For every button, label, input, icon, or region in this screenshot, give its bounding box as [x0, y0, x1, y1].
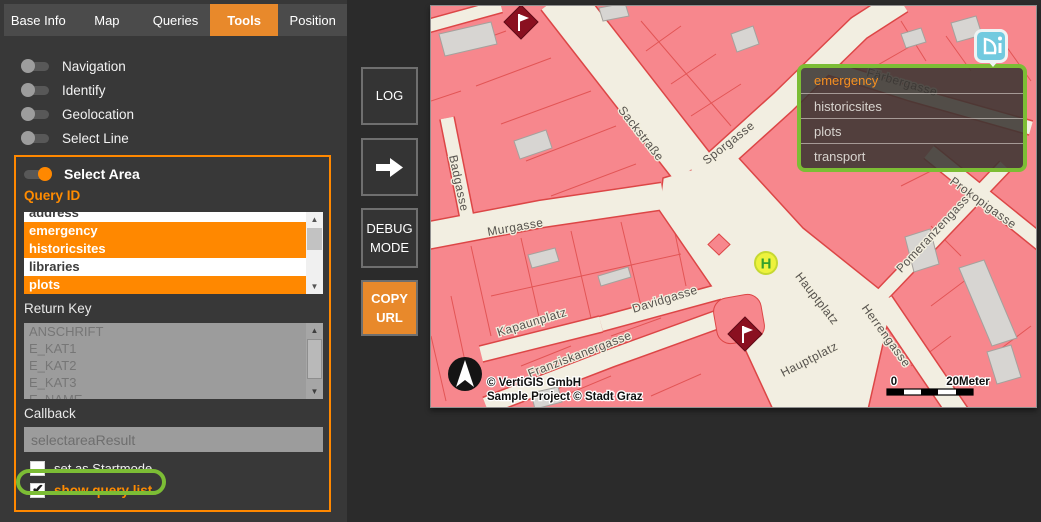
query-option[interactable]: libraries	[24, 258, 306, 276]
run-arrow-button[interactable]	[361, 138, 418, 196]
map-attribution-line2: Sample Project © Stadt Graz	[487, 391, 643, 403]
overlay-query-item[interactable]: transport	[801, 143, 1023, 168]
query-option[interactable]: plots	[24, 276, 306, 294]
scroll-thumb[interactable]	[307, 228, 322, 250]
select-area-group: Select Area Query ID address emergency h…	[14, 155, 331, 512]
di-glyph-icon	[983, 36, 1002, 55]
toggle-select-line[interactable]: Select Line	[21, 130, 129, 146]
return-option: E_KAT1	[29, 341, 77, 356]
toggle-geolocation[interactable]: Geolocation	[21, 106, 135, 122]
startmode-checkbox-row[interactable]: set as Startmode	[30, 460, 152, 476]
return-option: E_NAME	[24, 391, 306, 399]
scrollbar[interactable]: ▲ ▼	[306, 323, 323, 399]
overlay-query-item[interactable]: emergency	[801, 68, 1023, 93]
tab-bar: Base Info Map Queries Tools Position	[4, 4, 347, 36]
tab-position[interactable]: Position	[278, 4, 347, 36]
scroll-up-icon[interactable]: ▲	[306, 212, 323, 227]
toggle-switch-icon[interactable]	[21, 131, 49, 145]
checkbox-icon[interactable]	[30, 481, 45, 498]
debug-mode-button[interactable]: DEBUG MODE	[361, 208, 418, 268]
select-area-title: Select Area	[64, 166, 140, 182]
callback-input[interactable]	[24, 427, 323, 452]
bus-stop-label: H	[761, 256, 772, 273]
query-id-listbox[interactable]: address emergency historicsites librarie…	[24, 212, 323, 294]
show-query-list-checkbox-row[interactable]: show query list	[30, 481, 153, 498]
scrollbar[interactable]: ▲ ▼	[306, 212, 323, 294]
tab-map[interactable]: Map	[73, 4, 142, 36]
toggle-label: Geolocation	[62, 106, 135, 122]
query-id-label: Query ID	[24, 188, 81, 203]
toggle-switch-icon[interactable]	[21, 107, 49, 121]
map-logo-icon[interactable]	[974, 29, 1008, 67]
return-option: E_KAT3	[29, 375, 77, 390]
copy-url-button[interactable]: COPY URL	[361, 280, 418, 336]
right-arrow-icon	[376, 157, 403, 177]
scroll-up-icon[interactable]: ▲	[306, 323, 323, 338]
scale-start-label: 0	[891, 376, 897, 388]
scroll-thumb[interactable]	[307, 339, 322, 379]
toggle-label: Select Line	[62, 130, 129, 146]
toggle-label: Navigation	[62, 58, 126, 74]
scroll-down-icon[interactable]: ▼	[306, 384, 323, 399]
map-attribution-line1: © VertiGIS GmbH	[487, 377, 581, 389]
toggle-switch-icon[interactable]	[21, 83, 49, 97]
checkbox-icon[interactable]	[30, 460, 45, 476]
tab-queries[interactable]: Queries	[141, 4, 210, 36]
map-query-list-overlay: emergency historicsites plots transport	[797, 64, 1027, 172]
toggle-label: Identify	[62, 82, 106, 98]
log-button[interactable]: LOG	[361, 67, 418, 125]
callback-label: Callback	[24, 406, 76, 421]
tools-panel: Base Info Map Queries Tools Position Nav…	[0, 0, 347, 522]
toggle-select-area[interactable]: Select Area	[24, 166, 140, 182]
scale-end-label: 20Meter	[946, 376, 990, 388]
query-option[interactable]: address	[24, 212, 306, 222]
return-option: E_KAT2	[29, 358, 77, 373]
bus-stop-marker[interactable]: H	[754, 251, 778, 275]
toggle-switch-on-icon[interactable]	[24, 167, 52, 181]
return-option: ANSCHRIFT	[29, 324, 104, 339]
return-key-label: Return Key	[24, 301, 92, 316]
return-key-listbox[interactable]: ANSCHRIFT E_KAT1 E_KAT2 E_KAT3 E_NAME ▲ …	[24, 323, 323, 399]
toggle-switch-icon[interactable]	[21, 59, 49, 73]
overlay-query-item[interactable]: historicsites	[801, 93, 1023, 118]
tab-base-info[interactable]: Base Info	[4, 4, 73, 36]
toggle-identify[interactable]: Identify	[21, 82, 106, 98]
north-arrow-icon	[448, 357, 482, 391]
toggle-navigation[interactable]: Navigation	[21, 58, 126, 74]
query-option[interactable]: emergency	[24, 222, 306, 240]
checkbox-label: show query list	[54, 482, 153, 498]
map-canvas[interactable]: Färbergasse Sackstraße Sporgasse Badgass…	[430, 5, 1037, 408]
query-option[interactable]: historicsites	[24, 240, 306, 258]
scroll-down-icon[interactable]: ▼	[306, 279, 323, 294]
tab-tools[interactable]: Tools	[209, 4, 279, 36]
overlay-query-item[interactable]: plots	[801, 118, 1023, 143]
checkbox-label: set as Startmode	[54, 460, 153, 476]
